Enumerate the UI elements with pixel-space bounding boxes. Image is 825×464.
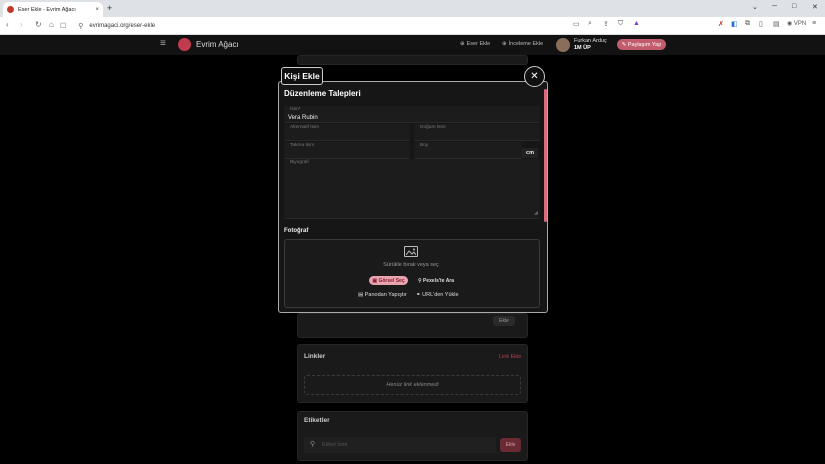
pick-image-label: Görsel Seç [378, 277, 405, 284]
search-icon: ⚲ [310, 441, 316, 448]
links-empty-state: Henüz link eklenmedi [304, 375, 521, 395]
name-label: İsim* [290, 107, 301, 112]
site-favicon-icon [7, 6, 14, 13]
translate-icon[interactable]: ◧ [731, 20, 738, 28]
modal-title: Düzenleme Talepleri [284, 89, 361, 98]
photo-section-label: Fotoğraf [284, 228, 309, 234]
back-icon[interactable]: ‹ [6, 20, 9, 29]
shield-icon[interactable]: ⛉ [618, 20, 623, 28]
name-value: Vera Rubin [288, 115, 318, 121]
new-tab-button[interactable]: + [107, 3, 112, 13]
vpn-button[interactable]: ◉ VPN [787, 20, 806, 27]
add-work-button[interactable]: ⊕ Eser Ekle [460, 41, 490, 47]
browser-tabstrip [0, 0, 825, 17]
search-small-icon: ⚲ [417, 277, 422, 284]
plus-circle-icon: ⊕ [460, 41, 465, 47]
tags-title: Etiketler [304, 417, 330, 424]
modal-scrollbar[interactable] [544, 89, 547, 222]
add-review-button[interactable]: ⊕ İnceleme Ekle [502, 41, 543, 47]
tab-title: Eser Ekle - Evrim Ağacı [18, 6, 76, 13]
pencil-icon: ✎ [621, 41, 627, 48]
tab-close-icon[interactable]: × [95, 7, 99, 13]
image-icon [404, 246, 418, 257]
reload-icon[interactable]: ↻ [35, 20, 42, 29]
menu-icon[interactable]: ≡ [812, 20, 816, 27]
bookmark-icon[interactable]: ☐ [60, 22, 66, 30]
home-icon[interactable]: ⌂ [49, 20, 54, 29]
user-name[interactable]: Furkan Arduç [574, 38, 607, 44]
biography-label: Biyografi [290, 160, 309, 165]
height-unit: cm [522, 148, 538, 158]
birth-name-label: Doğum İsmi [420, 125, 446, 130]
height-field[interactable] [414, 142, 522, 159]
sidebar-icon[interactable]: ▯ [759, 20, 763, 28]
tag-input-placeholder: Etiket İsmi [322, 442, 348, 448]
add-review-label: İnceleme Ekle [508, 41, 544, 47]
url-label: URL'den Yükle [422, 292, 459, 298]
name-field[interactable] [284, 106, 540, 123]
share-icon[interactable]: ⇪ [603, 20, 609, 28]
vpn-label: VPN [793, 21, 807, 27]
name-label-text: İsim [290, 107, 299, 112]
background-add-button[interactable]: Ekle [493, 316, 515, 326]
vpn-globe-icon: ◉ [787, 21, 793, 27]
image-small-icon: ▣ [372, 277, 378, 284]
wallet-icon[interactable]: ▤ [773, 20, 780, 28]
rewards-icon[interactable]: ▲ [633, 20, 640, 27]
user-points: 1M ÜP [574, 45, 591, 51]
nickname-label: Takma İsim [290, 143, 315, 148]
paste-from-clipboard-button[interactable]: ▤ Panodan Yapıştır [358, 292, 407, 298]
clipboard-icon: ▤ [358, 292, 364, 298]
brand-logo-icon[interactable] [178, 38, 191, 51]
height-label: Boy [420, 143, 429, 148]
site-info-icon[interactable]: ⚲ [78, 22, 83, 30]
pick-image-button[interactable]: ▣ Görsel Seç [369, 276, 408, 285]
user-avatar[interactable] [556, 38, 570, 52]
forward-icon[interactable]: › [20, 20, 23, 29]
background-panel-top [297, 55, 528, 65]
close-icon[interactable]: ✕ [524, 66, 545, 87]
resize-handle-icon[interactable]: ◢ [534, 210, 538, 216]
plus-circle-icon: ⊕ [502, 41, 507, 47]
brand-name[interactable]: Evrim Ağacı [196, 40, 239, 49]
load-from-url-button[interactable]: ⚭ URL'den Yükle [416, 292, 459, 298]
required-mark: * [298, 107, 301, 112]
pexels-search-button[interactable]: ⚲ Pexels'te Ara [414, 276, 458, 285]
dropzone-text: Sürükle bırak veya seç [383, 262, 439, 268]
alternative-name-label: Alternatif İsim [290, 125, 320, 130]
zoom-icon[interactable]: ⌕ [588, 20, 592, 28]
link-icon: ⚭ [416, 292, 421, 298]
add-tag-button[interactable]: Ekle [500, 438, 521, 452]
share-post-button[interactable]: ✎ Paylaşım Yap [617, 39, 666, 50]
paste-label: Panodan Yapıştır [364, 292, 407, 298]
tags-panel [297, 411, 528, 461]
hamburger-menu-icon[interactable]: ≡ [160, 38, 166, 49]
biography-textarea[interactable] [284, 159, 540, 219]
extension-icon[interactable]: ✗ [718, 20, 724, 28]
address-bar[interactable]: ☐ ⚲ evrimagaci.org/eser-ekle [60, 19, 580, 33]
tab-list-chevron-icon[interactable]: ⌄ [752, 3, 758, 11]
image-icon-glyph [405, 248, 417, 256]
browser-tab[interactable]: Eser Ekle - Evrim Ağacı × [3, 2, 103, 17]
url-text[interactable]: evrimagaci.org/eser-ekle [89, 23, 155, 29]
add-link-button[interactable]: Link Ekle [499, 354, 521, 360]
site-header [0, 35, 825, 55]
add-work-label: Eser Ekle [466, 41, 491, 47]
modal-tag: Kişi Ekle [281, 67, 323, 85]
share-post-label: Paylaşım Yap [627, 41, 662, 48]
extensions-icon[interactable]: ⧉ [745, 20, 750, 28]
pexels-search-label: Pexels'te Ara [423, 277, 455, 284]
window-close-button[interactable]: ✕ [812, 3, 818, 11]
cast-icon[interactable]: ▭ [573, 20, 580, 28]
links-title: Linkler [304, 353, 326, 360]
window-maximize-button[interactable]: □ [792, 3, 796, 10]
window-minimize-button[interactable]: ─ [772, 3, 777, 10]
